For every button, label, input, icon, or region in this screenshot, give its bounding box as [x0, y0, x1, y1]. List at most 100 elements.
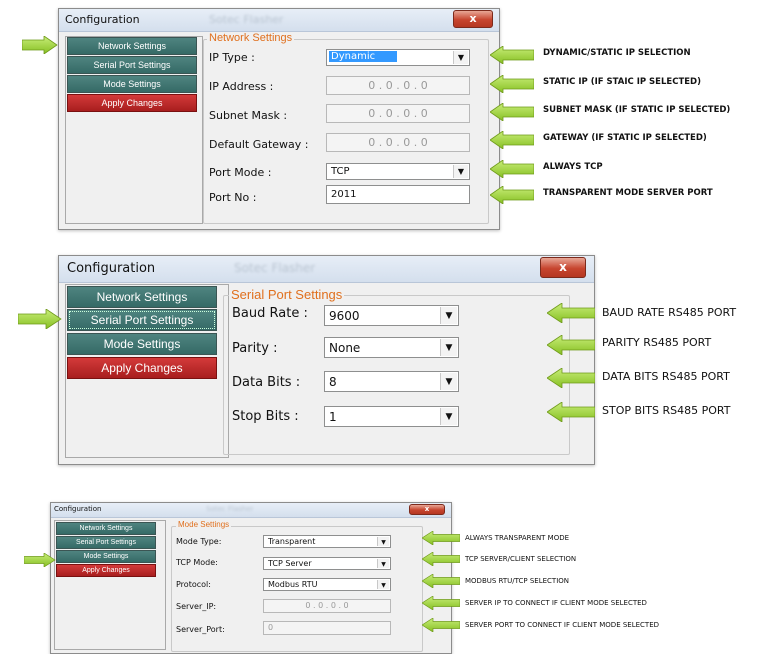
port-no-input[interactable]: 2011 — [326, 185, 470, 204]
chevron-down-icon: ▼ — [453, 51, 468, 64]
nav-network-settings[interactable]: Network Settings — [67, 286, 217, 308]
annotation-text: DYNAMIC/STATIC IP SELECTION — [543, 48, 691, 58]
protocol-label: Protocol: — [176, 580, 211, 589]
protocol-value: Modbus RTU — [268, 580, 318, 589]
tcp-mode-value: TCP Server — [268, 559, 312, 568]
mode-type-value: Transparent — [268, 537, 316, 546]
annotation-text: PARITY RS485 PORT — [602, 336, 712, 349]
nav-network-settings[interactable]: Network Settings — [67, 37, 197, 55]
baud-rate-value: 9600 — [329, 309, 360, 323]
ip-type-label: IP Type : — [209, 51, 255, 64]
apply-changes-button[interactable]: Apply Changes — [67, 94, 197, 112]
annotation-text: SERVER PORT TO CONNECT IF CLIENT MODE SE… — [465, 621, 660, 629]
default-gateway-input[interactable]: 0 . 0 . 0 . 0 — [326, 133, 470, 152]
pointer-arrow-icon — [547, 335, 595, 355]
pointer-arrow-icon — [422, 531, 460, 545]
data-bits-select[interactable]: 8 ▼ — [324, 371, 459, 392]
server-ip-label: Server_IP: — [176, 602, 217, 611]
ip-address-label: IP Address : — [209, 80, 274, 93]
titlebar: Configuration Sotec Flasher x — [59, 9, 499, 32]
tcp-mode-select[interactable]: TCP Server ▼ — [263, 557, 391, 570]
port-mode-select[interactable]: TCP ▼ — [326, 163, 470, 180]
mode-type-label: Mode Type: — [176, 537, 222, 546]
annotation-text: TCP SERVER/CLIENT SELECTION — [465, 555, 577, 563]
ip-type-select[interactable]: Dynamic ▼ — [326, 49, 470, 66]
ip-type-value: Dynamic — [329, 51, 398, 62]
pointer-arrow-icon — [490, 131, 534, 149]
pointer-arrow-icon — [490, 103, 534, 121]
server-port-label: Server_Port: — [176, 625, 225, 634]
pointer-arrow-icon — [490, 160, 534, 178]
server-port-input[interactable]: 0 — [263, 621, 391, 635]
nav-network-settings[interactable]: Network Settings — [56, 522, 156, 535]
chevron-down-icon: ▼ — [440, 307, 457, 324]
server-ip-value: 0 . 0 . 0 . 0 — [305, 601, 349, 610]
apply-changes-button[interactable]: Apply Changes — [67, 357, 217, 379]
protocol-select[interactable]: Modbus RTU ▼ — [263, 578, 391, 591]
port-mode-label: Port Mode : — [209, 166, 272, 179]
annotation-text: STATIC IP (IF STAIC IP SELECTED) — [543, 77, 701, 87]
port-mode-value: TCP — [331, 166, 350, 177]
subnet-mask-input[interactable]: 0 . 0 . 0 . 0 — [326, 104, 470, 123]
chevron-down-icon: ▼ — [440, 408, 457, 425]
chevron-down-icon: ▼ — [377, 559, 389, 568]
pointer-arrow-icon — [547, 368, 595, 388]
pointer-arrow-icon — [547, 303, 595, 323]
data-bits-value: 8 — [329, 375, 337, 389]
parity-value: None — [329, 341, 361, 355]
window-title: Configuration — [67, 261, 156, 276]
ip-address-input[interactable]: 0 . 0 . 0 . 0 — [326, 76, 470, 95]
ip-address-value: 0 . 0 . 0 . 0 — [368, 79, 428, 92]
close-button[interactable]: x — [540, 257, 586, 278]
pointer-arrow-icon — [422, 552, 460, 566]
window-subtitle: Sotec Flasher — [209, 13, 284, 26]
annotation-text: SERVER IP TO CONNECT IF CLIENT MODE SELE… — [465, 599, 647, 607]
annotation-text: BAUD RATE RS485 PORT — [602, 306, 737, 319]
server-port-value: 0 — [268, 623, 274, 632]
apply-changes-button[interactable]: Apply Changes — [56, 564, 156, 577]
titlebar: Configuration Sotec Flasher x — [59, 256, 594, 283]
stop-bits-value: 1 — [329, 410, 337, 424]
close-button[interactable]: x — [409, 504, 445, 515]
pointer-arrow-icon — [18, 309, 62, 329]
config-window-serial: Configuration Sotec Flasher x Network Se… — [58, 255, 595, 465]
chevron-down-icon: ▼ — [440, 339, 457, 356]
nav-serial-port-settings[interactable]: Serial Port Settings — [67, 309, 217, 331]
close-button[interactable]: x — [453, 10, 493, 28]
chevron-down-icon: ▼ — [453, 165, 468, 178]
pointer-arrow-icon — [422, 596, 460, 610]
window-subtitle: Sotec Flasher — [234, 261, 316, 275]
stop-bits-select[interactable]: 1 ▼ — [324, 406, 459, 427]
titlebar: Configuration Sotec Flasher x — [51, 503, 451, 518]
pointer-arrow-icon — [22, 36, 58, 54]
window-title: Configuration — [65, 13, 140, 26]
subnet-mask-label: Subnet Mask : — [209, 109, 288, 122]
nav-mode-settings[interactable]: Mode Settings — [67, 333, 217, 355]
baud-rate-select[interactable]: 9600 ▼ — [324, 305, 459, 326]
nav-mode-settings[interactable]: Mode Settings — [56, 550, 156, 563]
nav-mode-settings[interactable]: Mode Settings — [67, 75, 197, 93]
pointer-arrow-icon — [490, 186, 534, 204]
stop-bits-label: Stop Bits : — [232, 409, 299, 424]
mode-type-select[interactable]: Transparent ▼ — [263, 535, 391, 548]
chevron-down-icon: ▼ — [377, 580, 389, 589]
nav-serial-port-settings[interactable]: Serial Port Settings — [67, 56, 197, 74]
window-title: Configuration — [54, 505, 102, 513]
chevron-down-icon: ▼ — [377, 537, 389, 546]
annotation-text: SUBNET MASK (IF STATIC IP SELECTED) — [543, 105, 731, 115]
parity-select[interactable]: None ▼ — [324, 337, 459, 358]
pointer-arrow-icon — [422, 618, 460, 632]
tcp-mode-label: TCP Mode: — [176, 558, 218, 567]
annotation-text: ALWAYS TRANSPARENT MODE — [465, 534, 570, 542]
annotation-text: STOP BITS RS485 PORT — [602, 404, 731, 417]
annotation-text: ALWAYS TCP — [543, 162, 603, 172]
pointer-arrow-icon — [547, 402, 595, 422]
nav-serial-port-settings[interactable]: Serial Port Settings — [56, 536, 156, 549]
pointer-arrow-icon — [490, 75, 534, 93]
group-title: Serial Port Settings — [229, 287, 345, 302]
baud-rate-label: Baud Rate : — [232, 306, 308, 321]
annotation-text: DATA BITS RS485 PORT — [602, 370, 730, 383]
port-no-value: 2011 — [331, 189, 357, 200]
annotation-text: MODBUS RTU/TCP SELECTION — [465, 577, 570, 585]
server-ip-input[interactable]: 0 . 0 . 0 . 0 — [263, 599, 391, 613]
